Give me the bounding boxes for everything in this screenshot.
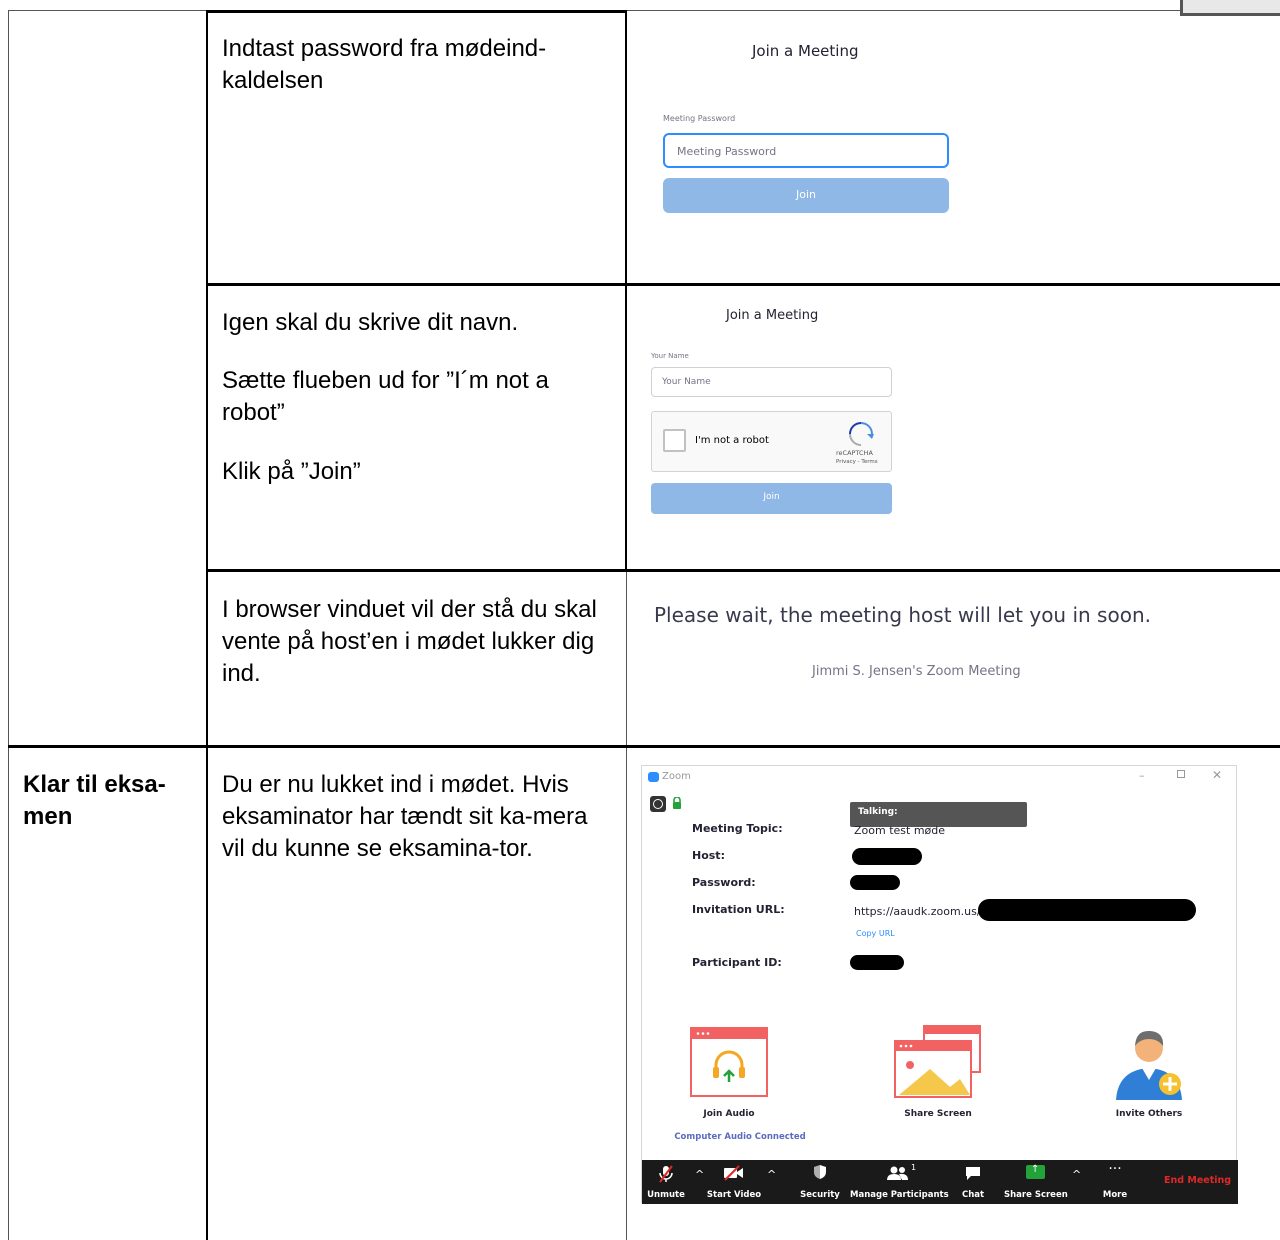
host-redaction	[852, 848, 922, 865]
security-label: Security	[800, 1190, 840, 1200]
table-left-border	[8, 10, 9, 1240]
minimize-button[interactable]: –	[1139, 769, 1145, 782]
table-top-border	[207, 10, 627, 13]
invite-others-button[interactable]	[1114, 1022, 1184, 1102]
password-redaction	[850, 875, 900, 890]
row2-join-button[interactable]: Join	[651, 483, 892, 514]
talking-label: Talking:	[858, 807, 898, 817]
table-top-border-left	[8, 10, 208, 11]
start-video-button[interactable]: Start Video	[706, 1160, 762, 1204]
row2-bottom-border	[207, 569, 1280, 572]
row3-bottom-border	[8, 745, 1280, 748]
invitation-url-value: https://aaudk.zoom.us/	[854, 905, 981, 918]
end-meeting-button[interactable]: End Meeting	[1164, 1175, 1231, 1186]
row3-instruction: I browser vinduet vil der stå du skal ve…	[222, 596, 597, 687]
row1-bottom-border	[207, 283, 1280, 286]
join-audio-button[interactable]	[690, 1027, 768, 1097]
row2-join-title: Join a Meeting	[726, 308, 819, 323]
row1-join-title: Join a Meeting	[752, 42, 859, 60]
chat-button[interactable]: Chat	[956, 1160, 990, 1204]
password-label: Password:	[692, 876, 756, 889]
row1-instruction: Indtast password fra mødeind- kaldelsen	[222, 33, 612, 97]
share-screen-icon	[894, 1025, 981, 1098]
unmute-label: Unmute	[647, 1190, 685, 1200]
zoom-window: Zoom – ✕ Talking: Meeting Topic: Zoom te…	[641, 765, 1238, 1204]
chat-label: Chat	[961, 1190, 985, 1200]
row1-join-button-label: Join	[795, 188, 816, 201]
share-screen-toolbar-button[interactable]: ↑ Share Screen	[1004, 1160, 1068, 1204]
participant-count: 1	[911, 1163, 917, 1172]
meeting-name: Jimmi S. Jensen's Zoom Meeting	[812, 664, 1021, 679]
zoom-app-title: Zoom	[662, 771, 691, 782]
invite-others-label: Invite Others	[1115, 1109, 1183, 1119]
recaptcha-box: I'm not a robot reCAPTCHA Privacy - Term…	[651, 411, 892, 472]
row2-instruction-p1: Igen skal du skrive dit navn.	[222, 309, 519, 336]
headphones-icon	[690, 1027, 768, 1097]
col1-col2-divider	[206, 10, 208, 1240]
meeting-password-placeholder: Meeting Password	[677, 145, 777, 158]
row2-instruction-p3: Klik på ”Join”	[222, 458, 361, 485]
participant-id-label: Participant ID:	[692, 956, 782, 969]
invite-person-icon	[1116, 1030, 1182, 1100]
table-top-border-right	[627, 10, 1182, 11]
row1-instruction-line2: kaldelsen	[222, 67, 324, 94]
share-screen-toolbar-icon: ↑	[1026, 1164, 1045, 1179]
close-window-button[interactable]: ✕	[1212, 768, 1222, 782]
waiting-message: Please wait, the meeting host will let y…	[654, 603, 1151, 627]
invitation-url-label: Invitation URL:	[692, 903, 785, 916]
shield-icon	[814, 1165, 826, 1179]
col2-col3-divider-lower	[626, 570, 627, 1240]
recaptcha-brand: reCAPTCHA	[836, 449, 873, 457]
row1-instruction-line1: Indtast password fra mødeind-	[222, 35, 547, 62]
participants-icon	[887, 1166, 908, 1180]
chat-icon	[966, 1167, 980, 1180]
recaptcha-links: Privacy - Terms	[836, 459, 878, 465]
share-options-chevron-icon[interactable]: ^	[1072, 1168, 1081, 1181]
security-button[interactable]: Security	[794, 1160, 846, 1204]
row2-instruction-p2: Sætte flueben ud for ”I´m not a robot”	[222, 367, 549, 426]
host-label: Host:	[692, 849, 725, 862]
info-icon[interactable]	[650, 796, 666, 812]
row2-join-button-label: Join	[763, 492, 780, 502]
more-button[interactable]: ··· More	[1094, 1160, 1136, 1204]
row1-field-label: Meeting Password	[663, 114, 736, 123]
video-options-chevron-icon[interactable]: ^	[767, 1168, 776, 1181]
audio-options-chevron-icon[interactable]: ^	[695, 1168, 704, 1181]
meeting-topic-label: Meeting Topic:	[692, 822, 783, 835]
corner-decoration	[1180, 0, 1280, 16]
start-video-label: Start Video	[706, 1190, 762, 1200]
meeting-toolbar: Unmute ^ Start Video ^ Security 1 Manage…	[642, 1160, 1238, 1204]
share-screen-big-button[interactable]	[894, 1025, 982, 1100]
video-off-icon	[724, 1165, 743, 1181]
audio-status: Computer Audio Connected	[674, 1132, 806, 1142]
recaptcha-checkbox[interactable]	[663, 429, 686, 452]
row4-instruction: Du er nu lukket ind i mødet. Hvis eksami…	[222, 771, 588, 862]
lock-icon	[673, 797, 681, 809]
your-name-placeholder: Your Name	[662, 377, 711, 387]
recaptcha-logo-icon	[849, 422, 874, 446]
participant-id-redaction	[850, 955, 904, 970]
row1-join-button[interactable]: Join	[663, 178, 949, 213]
share-screen-toolbar-label: Share Screen	[1004, 1190, 1068, 1200]
more-label: More	[1102, 1190, 1128, 1200]
maximize-button[interactable]	[1177, 770, 1185, 778]
unmute-button[interactable]: Unmute	[642, 1160, 690, 1204]
manage-participants-label: Manage Participants	[850, 1190, 949, 1200]
col2-col3-divider-upper	[625, 10, 627, 570]
row2-field-label: Your Name	[651, 352, 689, 360]
more-dots-icon: ···	[1108, 1161, 1122, 1177]
your-name-input[interactable]: Your Name	[651, 367, 892, 397]
microphone-muted-icon	[659, 1165, 673, 1183]
manage-participants-button[interactable]: 1 Manage Participants	[850, 1160, 949, 1204]
invitation-url-redaction	[978, 899, 1196, 921]
share-screen-big-label: Share Screen	[904, 1109, 972, 1119]
zoom-app-icon	[648, 772, 659, 782]
copy-url-link[interactable]: Copy URL	[856, 929, 895, 938]
join-audio-label: Join Audio	[703, 1109, 755, 1119]
meeting-password-input[interactable]: Meeting Password	[663, 133, 949, 168]
meeting-topic-value: Zoom test møde	[854, 824, 946, 837]
recaptcha-label: I'm not a robot	[695, 435, 769, 446]
row4-step-label: Klar til eksa-men	[23, 771, 166, 830]
